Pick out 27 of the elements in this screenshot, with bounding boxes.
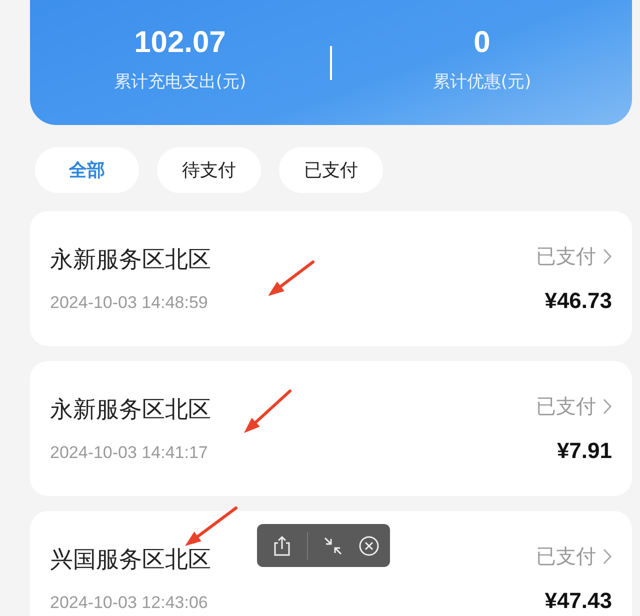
record-time: 2024-10-03 14:41:17 bbox=[50, 443, 209, 463]
payment-status: 已支付 bbox=[536, 543, 596, 570]
payment-status: 已支付 bbox=[536, 393, 596, 420]
record-card[interactable]: 永新服务区北区 2024-10-03 14:48:59 已支付 ¥46.73 bbox=[30, 211, 632, 346]
stat-value: 0 bbox=[474, 26, 490, 60]
amount: ¥7.91 bbox=[556, 438, 612, 464]
station-name: 永新服务区北区 bbox=[50, 396, 211, 425]
close-icon[interactable] bbox=[358, 534, 380, 556]
stat-label: 累计充电支出(元) bbox=[114, 71, 246, 93]
record-card[interactable]: 永新服务区北区 2024-10-03 14:41:17 已支付 ¥7.91 bbox=[30, 361, 632, 496]
chevron-icon bbox=[602, 548, 612, 565]
filter-tab[interactable]: 全部 bbox=[35, 147, 139, 193]
filter-tab[interactable]: 待支付 bbox=[157, 147, 261, 193]
amount: ¥46.73 bbox=[544, 288, 612, 314]
stat-label: 累计优惠(元) bbox=[432, 71, 532, 93]
payment-status: 已支付 bbox=[536, 243, 596, 270]
record-time: 2024-10-03 12:43:06 bbox=[50, 593, 209, 613]
station-name: 兴国服务区北区 bbox=[50, 546, 211, 575]
record-card[interactable]: 兴国服务区北区 2024-10-03 12:43:06 已支付 ¥47.43 bbox=[30, 511, 632, 616]
filter-tab[interactable]: 已支付 bbox=[279, 147, 383, 193]
station-name: 永新服务区北区 bbox=[50, 246, 211, 275]
record-time: 2024-10-03 14:48:59 bbox=[50, 293, 209, 313]
chevron-icon bbox=[602, 248, 612, 265]
collapse-icon[interactable] bbox=[322, 534, 344, 556]
amount: ¥47.43 bbox=[544, 588, 612, 614]
stat-value: 102.07 bbox=[134, 26, 226, 60]
chevron-icon bbox=[602, 398, 612, 415]
